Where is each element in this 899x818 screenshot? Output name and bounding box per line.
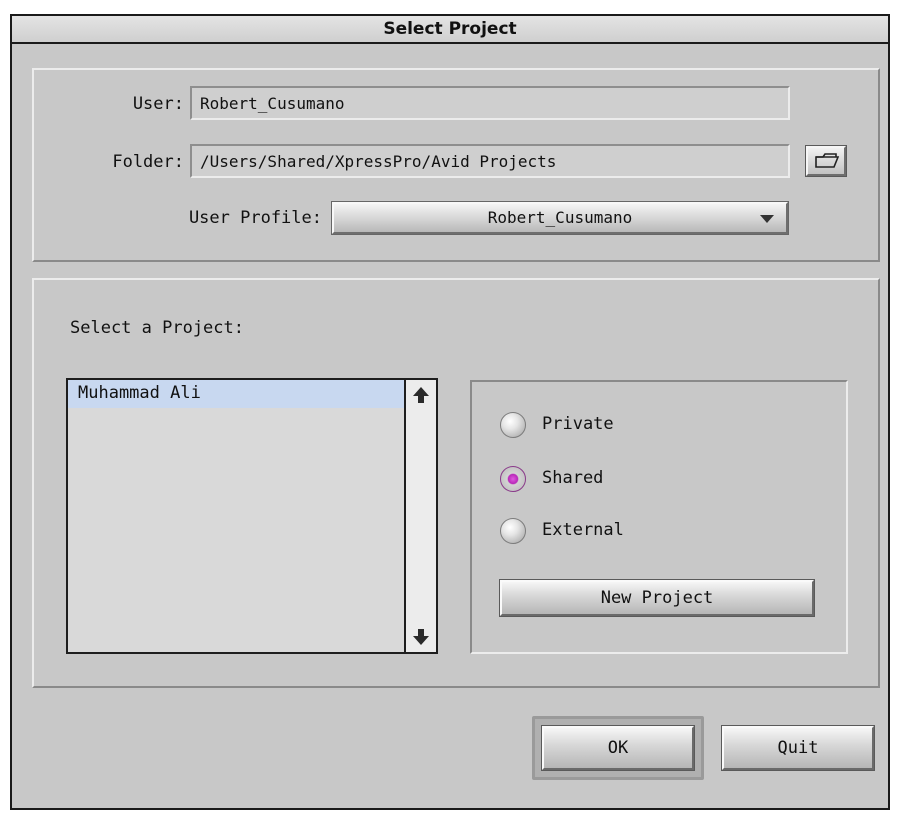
radio-external-label: External	[542, 520, 624, 540]
user-field[interactable]	[190, 86, 790, 120]
arrow-down-icon	[413, 629, 429, 645]
settings-panel: User: Folder: User Profile: Robert_Cusum…	[32, 68, 880, 262]
quit-button[interactable]: Quit	[722, 726, 874, 770]
user-profile-dropdown[interactable]: Robert_Cusumano	[332, 202, 788, 234]
select-project-heading: Select a Project:	[70, 318, 244, 338]
project-panel: Select a Project: Muhammad Ali Private S…	[32, 278, 880, 688]
scroll-down-button[interactable]	[406, 622, 436, 652]
folder-icon	[815, 153, 840, 168]
radio-shared-label: Shared	[542, 468, 604, 488]
radio-shared-indicator[interactable]	[500, 466, 526, 492]
user-profile-value: Robert_Cusumano	[487, 208, 633, 227]
chevron-down-icon	[760, 215, 774, 223]
project-location-group: Private Shared External New Project	[470, 380, 848, 654]
project-list[interactable]: Muhammad Ali	[66, 378, 438, 654]
project-list-item[interactable]: Muhammad Ali	[68, 380, 404, 408]
radio-private-indicator[interactable]	[500, 412, 526, 438]
select-project-window: Select Project User: Folder: User Profil…	[10, 14, 890, 810]
ok-button[interactable]: OK	[542, 726, 694, 770]
arrow-up-icon	[413, 387, 429, 403]
browse-folder-button[interactable]	[806, 146, 846, 176]
project-list-scrollbar[interactable]	[404, 380, 436, 652]
user-label: User:	[132, 94, 184, 114]
radio-private-label: Private	[542, 414, 614, 434]
new-project-button[interactable]: New Project	[500, 580, 814, 616]
folder-label: Folder:	[112, 152, 184, 172]
scroll-up-button[interactable]	[406, 380, 436, 410]
folder-field[interactable]	[190, 144, 790, 178]
user-profile-label: User Profile:	[188, 208, 322, 228]
window-title: Select Project	[12, 16, 888, 44]
radio-external-indicator[interactable]	[500, 518, 526, 544]
